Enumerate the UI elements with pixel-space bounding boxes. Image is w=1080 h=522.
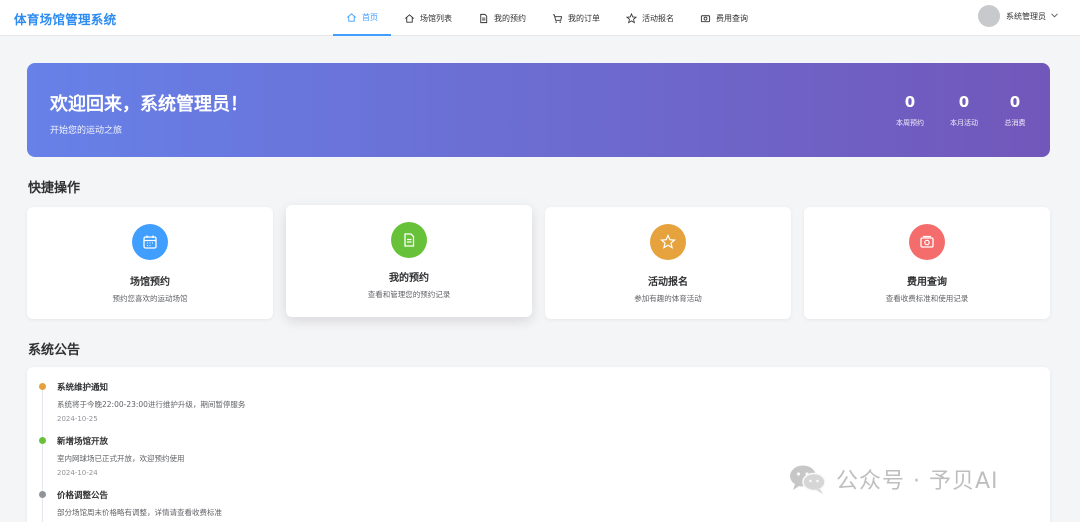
card-desc: 预约您喜欢的运动场馆 (112, 294, 188, 303)
wechat-icon (790, 465, 826, 494)
welcome-title: 欢迎回来，系统管理员！ (50, 94, 248, 115)
stat-weekly-bookings: 0 本周预约 (880, 92, 940, 128)
timeline-dot (39, 437, 46, 444)
stat-label: 总消费 (1004, 119, 1026, 127)
quick-actions-title: 快捷操作 (28, 181, 81, 196)
stat-value: 0 (904, 93, 916, 111)
welcome-banner: 欢迎回来，系统管理员！ 开始您的运动之旅 0 本周预约 0 本月活动 0 总消费 (27, 63, 1050, 157)
card-title: 活动报名 (648, 277, 688, 288)
quick-card-activities[interactable]: 活动报名 参加有趣的体育活动 (545, 207, 791, 319)
nav-label: 费用查询 (716, 13, 748, 23)
card-desc: 参加有趣的体育活动 (634, 294, 702, 303)
document-icon (391, 222, 427, 258)
notice-title: 价格调整公告 (57, 491, 109, 501)
card-title: 我的预约 (389, 273, 429, 284)
card-title: 费用查询 (907, 277, 947, 288)
nav-label: 我的预约 (494, 13, 526, 23)
user-name: 系统管理员 (1006, 11, 1046, 21)
money-icon (700, 13, 711, 24)
stat-value: 0 (1009, 93, 1021, 111)
notice-text: 室内网球场已正式开放，欢迎预约使用 (57, 454, 185, 463)
notice-text: 系统将于今晚22:00-23:00进行维护升级，期间暂停服务 (57, 400, 246, 409)
nav-label: 我的订单 (568, 13, 600, 23)
notice-item: 系统维护通知 系统将于今晚22:00-23:00进行维护升级，期间暂停服务 20… (27, 381, 927, 431)
watermark: 公众号 · 予贝AI (788, 462, 999, 496)
announcements-panel: 系统维护通知 系统将于今晚22:00-23:00进行维护升级，期间暂停服务 20… (27, 367, 1050, 522)
announcements-title: 系统公告 (28, 343, 81, 358)
stat-total-spending: 0 总消费 (985, 92, 1045, 128)
watermark-text: 公众号 · 予贝AI (836, 469, 999, 494)
timeline-dot (39, 383, 46, 390)
star-icon (626, 12, 637, 24)
nav-item-fees[interactable]: 费用查询 (687, 0, 761, 36)
notice-date: 2024-10-24 (57, 469, 98, 477)
document-icon (478, 13, 489, 24)
cart-icon (552, 13, 563, 24)
main-nav: 首页 场馆列表 我的预约 我的订单 活动报名 费用查询 (333, 0, 761, 36)
card-desc: 查看收费标准和使用记录 (885, 294, 969, 303)
notice-title: 新增场馆开放 (57, 437, 109, 447)
top-header: 体育场馆管理系统 首页 场馆列表 我的预约 我的订单 活动报名 费用查询 系统管… (0, 0, 1080, 36)
card-desc: 查看和管理您的预约记录 (367, 290, 451, 299)
nav-label: 活动报名 (642, 13, 674, 23)
card-title: 场馆预约 (130, 277, 170, 288)
avatar[interactable] (978, 5, 1000, 27)
quick-card-venue-booking[interactable]: 场馆预约 预约您喜欢的运动场馆 (27, 207, 273, 319)
quick-card-my-bookings[interactable]: 我的预约 查看和管理您的预约记录 (286, 205, 532, 317)
welcome-subtitle: 开始您的运动之旅 (50, 126, 123, 136)
user-menu[interactable]: 系统管理员 (978, 5, 1058, 27)
app-title[interactable]: 体育场馆管理系统 (14, 9, 116, 28)
money-icon (909, 224, 945, 260)
timeline-dot (39, 491, 46, 498)
nav-item-venues[interactable]: 场馆列表 (391, 0, 465, 36)
nav-item-home[interactable]: 首页 (333, 0, 391, 36)
notice-title: 系统维护通知 (57, 383, 109, 393)
house-icon (404, 13, 415, 24)
home-icon (346, 12, 357, 23)
nav-item-activities[interactable]: 活动报名 (613, 0, 687, 36)
quick-card-fees[interactable]: 费用查询 查看收费标准和使用记录 (804, 207, 1050, 319)
notice-date: 2024-10-25 (57, 415, 98, 423)
star-icon (650, 224, 686, 260)
calendar-icon (132, 224, 168, 260)
nav-label: 首页 (362, 12, 378, 22)
chevron-down-icon (1051, 12, 1058, 20)
stat-label: 本周预约 (896, 119, 924, 127)
nav-item-my-orders[interactable]: 我的订单 (539, 0, 613, 36)
notice-text: 部分场馆周末价格略有调整，详情请查看收费标准 (57, 508, 222, 517)
nav-item-my-bookings[interactable]: 我的预约 (465, 0, 539, 36)
nav-label: 场馆列表 (420, 13, 452, 23)
